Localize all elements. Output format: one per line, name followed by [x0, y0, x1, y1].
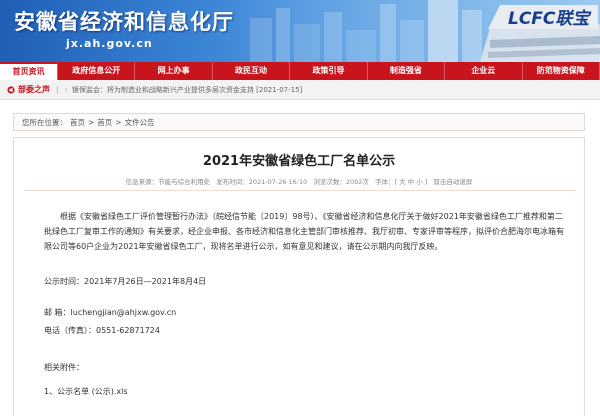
- title-divider: [24, 190, 576, 191]
- lcfc-logo: LCFC联宝: [486, 3, 598, 31]
- site-title[interactable]: 安徽省经济和信息化厅: [14, 6, 234, 36]
- breadcrumb-home[interactable]: 首页: [70, 117, 85, 128]
- attachments-label: 相关附件：: [44, 363, 84, 372]
- attachment-link[interactable]: 1、公示名单 (公示).xls: [44, 384, 564, 399]
- breadcrumb-home-2[interactable]: 首页: [97, 117, 112, 128]
- contact-email: 邮 箱：luchengjian@ahjxw.gov.cn: [44, 308, 177, 317]
- speaker-icon: [7, 85, 15, 94]
- logo-text: LCFC联宝: [508, 9, 592, 29]
- nav-enterprise-cloud[interactable]: 企业云: [445, 62, 523, 80]
- nav-policy[interactable]: 政策引导: [290, 62, 368, 80]
- meta-views: 浏览次数：2092次: [313, 178, 369, 186]
- meta-autoscroll[interactable]: 双击自动滚屏: [433, 178, 472, 186]
- nav-gov-info[interactable]: 政府信息公开: [58, 62, 136, 80]
- main-nav: 首页资讯 政府信息公开 网上办事 政民互动 政策引导 制造强省 企业云 防范物资…: [0, 62, 600, 80]
- nav-supplies[interactable]: 防范物资保障: [523, 62, 600, 80]
- article-meta: 信息来源：节能与综合利用处 发布时间：2021-07-26 16:10 浏览次数…: [14, 176, 584, 186]
- meta-date: 发布时间：2021-07-26 16:10: [216, 178, 308, 186]
- site-url: jx.ah.gov.cn: [66, 37, 153, 50]
- nav-manufacturing[interactable]: 制造强省: [368, 62, 446, 80]
- notice-arrow-icon: ›: [64, 85, 68, 94]
- meta-font-size[interactable]: 字体：[ 大 中 小 ]: [375, 178, 427, 186]
- meta-source: 信息来源：节能与综合利用处: [125, 178, 211, 186]
- breadcrumb-prefix: 您所在位置：: [22, 117, 67, 127]
- publicity-period: 公示时间：2021年7月26日—2021年8月4日: [44, 277, 207, 286]
- notice-separator: |: [56, 85, 59, 94]
- article-title: 2021年安徽省绿色工厂名单公示: [202, 154, 396, 169]
- article-panel: 2021年安徽省绿色工厂名单公示 信息来源：节能与综合利用处 发布时间：2021…: [13, 137, 585, 416]
- nav-online-service[interactable]: 网上办事: [135, 62, 213, 80]
- notice-bar: 部委之声 | › 银保监会：将为制造业和战略新兴产业提供多层次资金支持 [202…: [0, 80, 600, 100]
- site-header: 安徽省经济和信息化厅 jx.ah.gov.cn LCFC联宝: [0, 0, 600, 62]
- nav-interaction[interactable]: 政民互动: [213, 62, 291, 80]
- breadcrumb-sep: >: [88, 117, 95, 127]
- notice-link[interactable]: 银保监会：将为制造业和战略新兴产业提供多层次资金支持 [2021-07-15]: [72, 85, 302, 95]
- article-paragraph: 根据《安徽省绿色工厂评价管理暂行办法》（皖经信节能〔2019〕98号）、《安徽省…: [44, 212, 564, 251]
- breadcrumb: 您所在位置： 首页 > 首页 > 文件公告: [13, 113, 585, 131]
- notice-title: 部委之声: [18, 85, 50, 94]
- breadcrumb-sep: >: [115, 117, 122, 127]
- nav-home[interactable]: 首页资讯: [0, 62, 58, 80]
- breadcrumb-file-notice[interactable]: 文件公告: [125, 117, 155, 128]
- contact-phone: 电话（传真）：0551-62871724: [44, 326, 160, 335]
